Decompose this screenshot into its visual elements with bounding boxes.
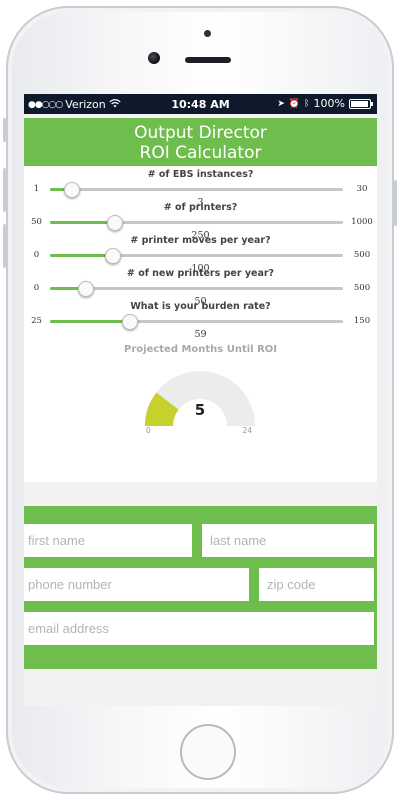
zip-code-field <box>259 568 374 601</box>
slider-thumb[interactable] <box>122 314 139 330</box>
gauge-value: 5 <box>194 401 206 419</box>
email-address-field <box>24 612 374 645</box>
roi-title: Projected Months Until ROI <box>123 344 278 355</box>
battery-icon <box>349 98 373 109</box>
slider-value: 59 <box>194 329 207 340</box>
form-spacer <box>24 482 377 506</box>
home-button[interactable] <box>180 724 236 780</box>
slider-label: # of printers? <box>163 202 238 213</box>
slider-max: 150 <box>353 316 371 326</box>
app-header: Output Director ROI Calculator <box>24 118 377 166</box>
slider-min: 50 <box>31 217 42 227</box>
slider-label: # printer moves per year? <box>130 235 271 246</box>
slider-track[interactable] <box>50 215 343 231</box>
phone-number-field <box>24 568 249 601</box>
earpiece-speaker <box>185 57 231 63</box>
bluetooth-icon: ᛒ <box>304 98 310 109</box>
slider-label: # of EBS instances? <box>147 169 254 180</box>
front-camera <box>148 52 160 64</box>
slider-label: # of new printers per year? <box>126 268 275 279</box>
gauge-max: 24 <box>242 426 252 435</box>
slider-min: 0 <box>33 283 40 293</box>
slider-fill <box>50 254 112 257</box>
header-title-line2: ROI Calculator <box>139 143 262 163</box>
slider-thumb[interactable] <box>104 248 121 264</box>
slider-thumb[interactable] <box>107 215 124 231</box>
zip-code-input[interactable] <box>259 568 374 601</box>
roi-gauge: 5 0 24 <box>136 368 264 448</box>
slider-track[interactable] <box>50 281 343 297</box>
slider-thumb[interactable] <box>78 281 95 297</box>
slider-track[interactable] <box>50 182 343 198</box>
slider-track[interactable] <box>50 248 343 264</box>
slider-thumb[interactable] <box>63 182 80 198</box>
first-name-field <box>24 524 192 557</box>
mute-switch <box>3 118 6 142</box>
power-button <box>394 180 397 226</box>
slider-fill <box>50 221 115 224</box>
slider-track[interactable] <box>50 314 343 330</box>
status-bar: ●●○○○ Verizon 10:48 AM ➤ ⏰ ᛒ 100% <box>24 94 377 114</box>
email-address-input[interactable] <box>24 612 374 645</box>
volume-down-button <box>3 224 6 268</box>
slider-min: 1 <box>33 184 40 194</box>
slider-label: What is your burden rate? <box>130 301 271 312</box>
contact-form <box>24 506 377 669</box>
slider-burden-rate: What is your burden rate? 25 150 59 <box>24 301 377 343</box>
slider-max: 500 <box>353 250 371 260</box>
header-title-line1: Output Director <box>134 123 267 143</box>
phone-number-input[interactable] <box>24 568 249 601</box>
alarm-icon: ⏰ <box>288 98 301 109</box>
slider-fill <box>50 320 130 323</box>
volume-up-button <box>3 168 6 212</box>
phone-screen: ●●○○○ Verizon 10:48 AM ➤ ⏰ ᛒ 100% Output… <box>24 94 377 706</box>
proximity-sensor <box>204 30 211 37</box>
last-name-field <box>202 524 374 557</box>
last-name-input[interactable] <box>202 524 374 557</box>
slider-min: 0 <box>33 250 40 260</box>
slider-min: 25 <box>31 316 42 326</box>
gauge-min: 0 <box>146 426 151 435</box>
first-name-input[interactable] <box>24 524 192 557</box>
calculator-panel: # of EBS instances? 1 30 3 # of printers… <box>24 166 377 482</box>
slider-max: 500 <box>353 283 371 293</box>
battery-percent: 100% <box>313 97 345 110</box>
slider-max: 1000 <box>351 217 373 227</box>
location-icon: ➤ <box>277 98 285 109</box>
slider-max: 30 <box>356 184 368 194</box>
